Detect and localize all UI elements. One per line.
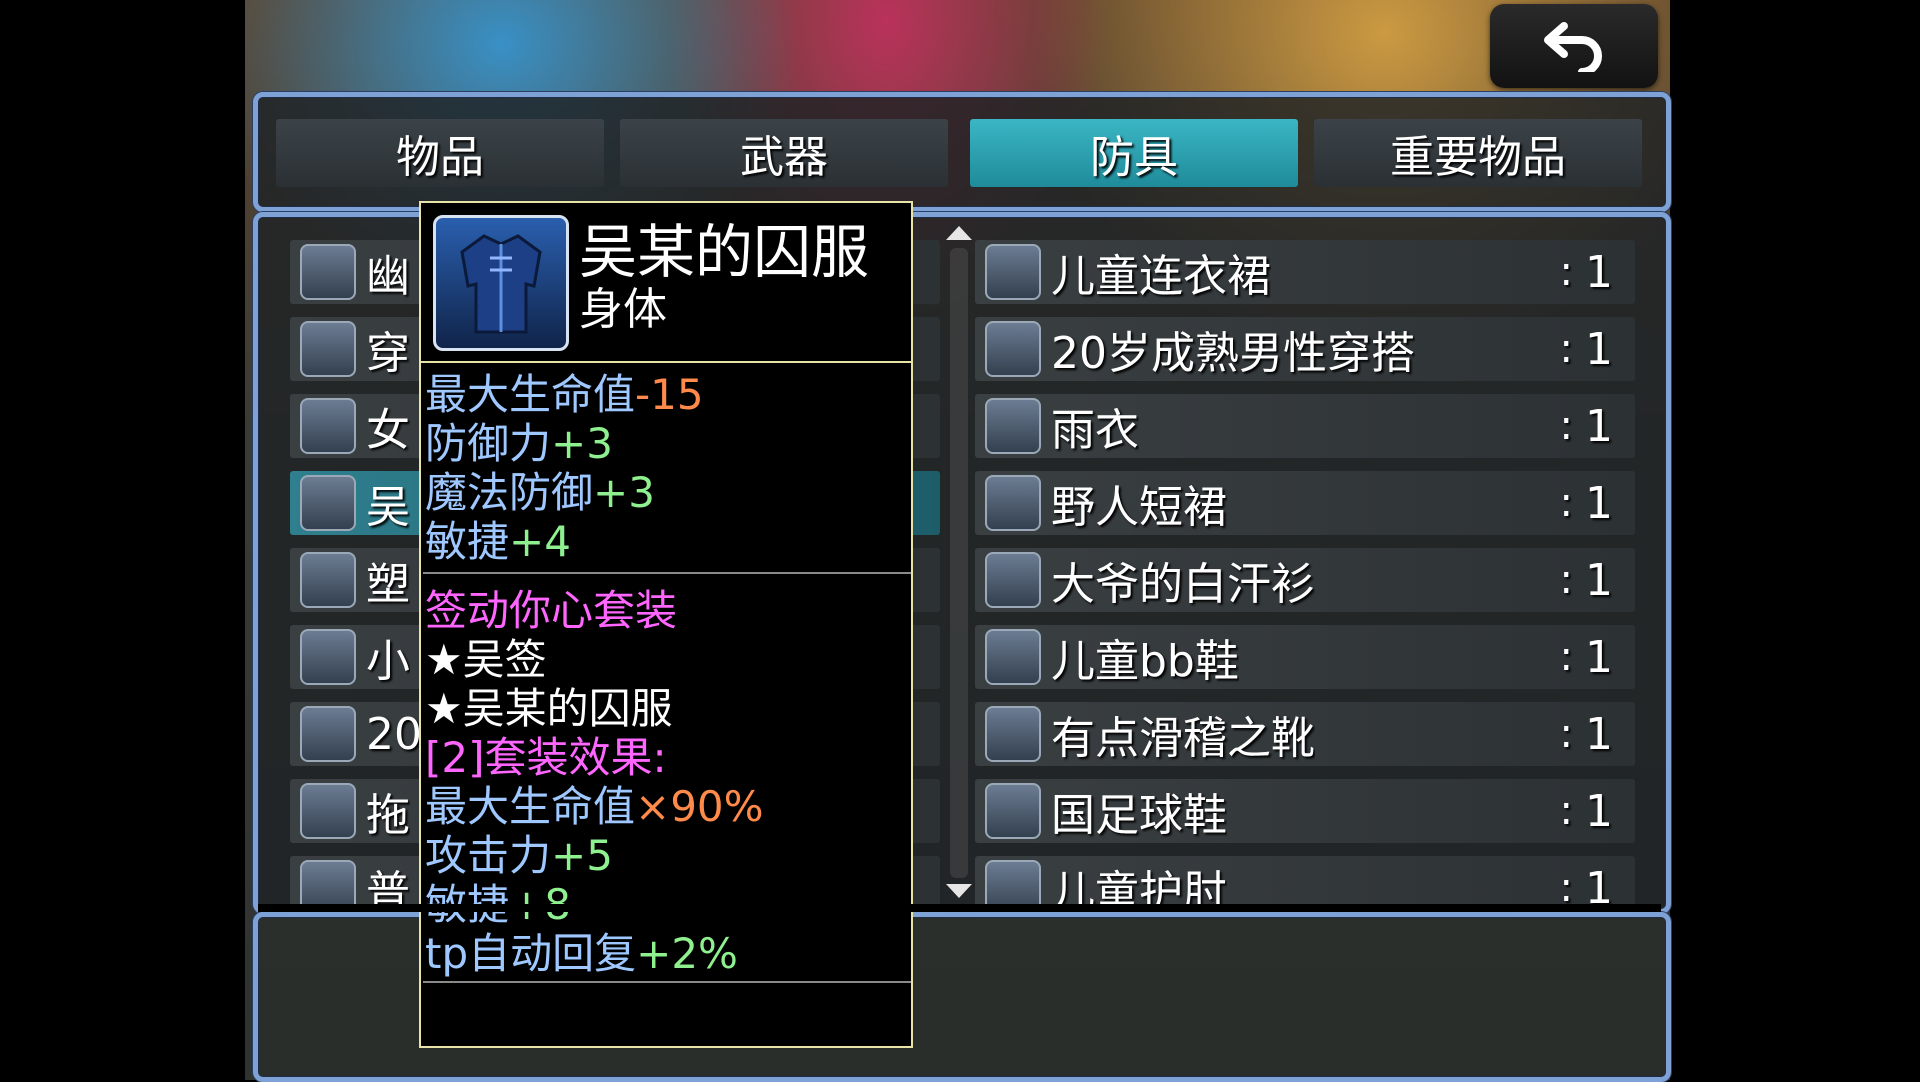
baby-shoe-icon [985,629,1041,685]
dress-icon [985,244,1041,300]
set-effect-value: ×90% [635,782,764,831]
figure-icon [300,398,356,454]
stat-value: +4 [509,517,571,566]
right-item-row[interactable]: 儿童bb鞋:1 [975,625,1635,689]
mask-icon [300,244,356,300]
scrollbar[interactable] [944,222,974,902]
item-tooltip: 吴某的囚服 身体 最大生命值-15 防御力+3 魔法防御+3 敏捷+4 签动你心… [419,201,913,1048]
count-separator: : [1559,788,1573,834]
set-effect-label: tp自动回复 [425,929,637,978]
set-effect-line: tp自动回复+2% [425,920,738,981]
boots-icon [985,706,1041,762]
item-name: 拖 [366,790,410,841]
set-effect-value: +2% [636,929,738,978]
raincoat-icon [985,398,1041,454]
tab-items[interactable]: 物品 [276,119,604,187]
item-name: 小 [366,636,410,687]
count-separator: : [1559,557,1573,603]
right-item-row[interactable]: 国足球鞋:1 [975,779,1635,843]
outfit-icon [985,321,1041,377]
item-name: 野人短裙 [1051,482,1227,533]
scroll-up-arrow-icon[interactable] [946,226,972,240]
item-count: 1 [1585,785,1613,837]
tooltip-header: 吴某的囚服 身体 [421,203,911,363]
soccer-shoe-icon [985,783,1041,839]
plastic-bag-icon [300,552,356,608]
item-name: 女 [366,405,410,456]
tooltip-item-slot: 身体 [579,284,667,335]
stat-label: 敏捷 [425,517,510,566]
right-item-row[interactable]: 儿童连衣裙:1 [975,240,1635,304]
tab-armor[interactable]: 防具 [970,119,1298,187]
return-arrow-icon [1544,22,1602,72]
back-button[interactable] [1490,4,1658,88]
item-count: 1 [1585,708,1613,760]
item-name: 吴 [366,482,410,533]
tab-key-items-label: 重要物品 [1390,132,1566,183]
shoe-icon [300,706,356,762]
right-item-row[interactable]: 大爷的白汗衫:1 [975,548,1635,612]
grass-skirt-icon [985,475,1041,531]
item-name: 儿童bb鞋 [1051,636,1239,687]
item-name: 塑 [366,559,410,610]
item-count: 1 [1585,400,1613,452]
item-count: 1 [1585,246,1613,298]
category-tabs-panel: 物品 武器 防具 重要物品 [253,92,1671,212]
trophy-icon [300,629,356,685]
item-name: 20岁成熟男性穿搭 [1051,328,1415,379]
count-separator: : [1559,326,1573,372]
prison-uniform-icon [300,475,356,531]
right-item-row[interactable]: 雨衣:1 [975,394,1635,458]
item-name: 大爷的白汗衫 [1051,559,1315,610]
count-separator: : [1559,249,1573,295]
count-separator: : [1559,480,1573,526]
item-name: 20 [366,708,422,760]
item-name: 有点滑稽之靴 [1051,713,1315,764]
item-name: 雨衣 [1051,405,1139,456]
list-clip [258,904,1661,912]
tab-items-label: 物品 [396,132,484,183]
tooltip-divider [423,981,911,983]
right-item-row[interactable]: 20岁成熟男性穿搭:1 [975,317,1635,381]
count-separator: : [1559,634,1573,680]
item-name: 儿童连衣裙 [1051,251,1271,302]
tab-armor-label: 防具 [1090,132,1178,183]
tab-weapons-label: 武器 [740,132,828,183]
item-name: 幽 [366,251,410,302]
stat-line: 敏捷+4 [425,508,571,569]
item-name: 国足球鞋 [1051,790,1227,841]
tab-key-items[interactable]: 重要物品 [1314,119,1642,187]
right-item-row[interactable]: 有点滑稽之靴:1 [975,702,1635,766]
tab-weapons[interactable]: 武器 [620,119,948,187]
right-item-row[interactable]: 野人短裙:1 [975,471,1635,535]
undershirt-icon [985,552,1041,608]
item-count: 1 [1585,631,1613,683]
outfit-icon [300,321,356,377]
slipper-icon [300,783,356,839]
tooltip-divider [423,572,911,574]
item-count: 1 [1585,554,1613,606]
item-count: 1 [1585,477,1613,529]
scroll-down-arrow-icon[interactable] [946,884,972,898]
scroll-track[interactable] [950,248,968,878]
count-separator: : [1559,403,1573,449]
item-count: 1 [1585,323,1613,375]
stat-value: -15 [635,370,704,419]
count-separator: : [1559,711,1573,757]
item-name: 穿 [366,328,410,379]
prison-uniform-icon [433,215,569,351]
stat-value: +3 [593,468,655,517]
